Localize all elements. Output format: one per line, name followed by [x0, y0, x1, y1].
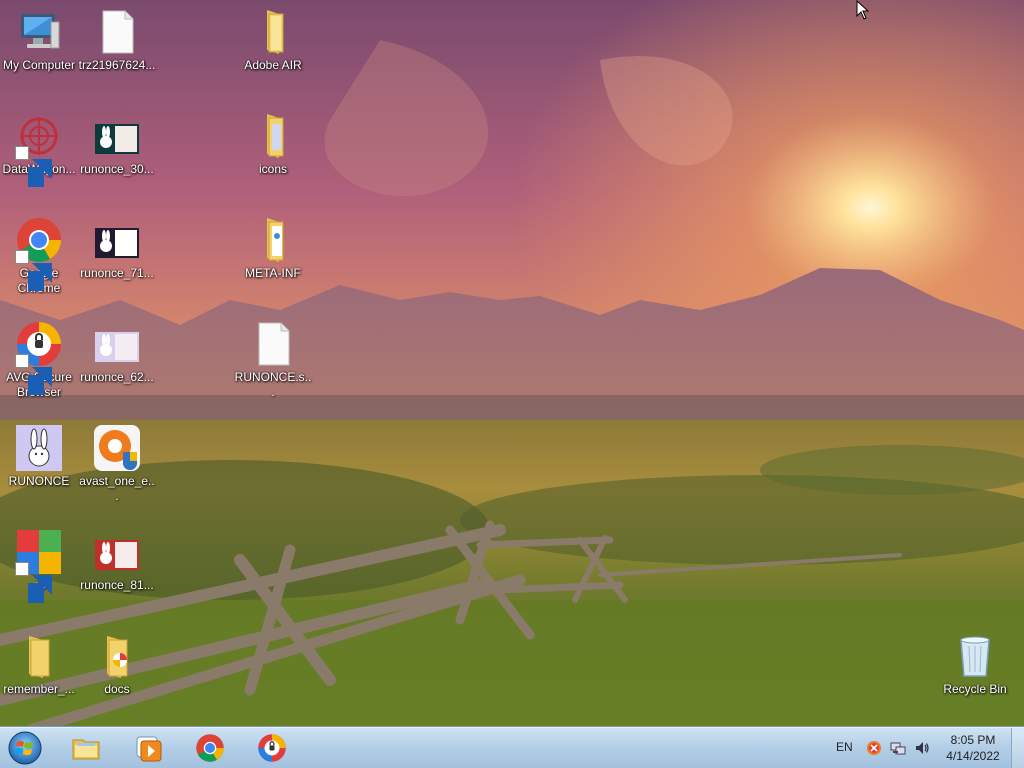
desktop-icon-label: runonce_81... — [80, 578, 154, 592]
desktop-icon-runonce[interactable]: RUNONCE — [0, 424, 78, 489]
rabbit-image-icon — [93, 216, 141, 264]
avast-tray-icon[interactable] — [866, 740, 882, 756]
rabbit-app-icon — [15, 424, 63, 472]
rabbit-image-icon — [93, 528, 141, 576]
desktop-icon-no[interactable]: no — [0, 528, 78, 603]
desktop-icon-meta-inf[interactable]: META-INF — [234, 216, 312, 281]
desktop-icon-runonce-62[interactable]: runonce_62... — [78, 320, 156, 385]
chrome-icon — [15, 216, 63, 291]
desktop-icon-label: runonce_62... — [80, 370, 154, 384]
avast-installer-icon — [93, 424, 141, 472]
shortcut-arrow-icon — [15, 146, 52, 187]
start-button[interactable] — [6, 730, 44, 766]
system-clock[interactable]: 8:05 PM 4/14/2022 — [938, 732, 1008, 764]
desktop-icon-my-computer[interactable]: My Computer — [0, 8, 78, 73]
show-desktop-button[interactable] — [1011, 728, 1024, 768]
desktop-icon-runonce-81[interactable]: runonce_81... — [78, 528, 156, 593]
desktop-icon-runonce-71[interactable]: runonce_71... — [78, 216, 156, 281]
desktop-icon-docs[interactable]: docs — [78, 632, 156, 697]
desktop-icon-runonce-30[interactable]: runonce_30... — [78, 112, 156, 177]
desktop-icon-datawagon[interactable]: DataWagon... — [0, 112, 78, 187]
desktop-icon-label: icons — [258, 162, 287, 176]
datawagon-icon — [15, 112, 63, 187]
folder-icon — [249, 112, 297, 160]
taskbar: EN 8:05 PM 4/14/2022 — [0, 727, 1024, 768]
windows-logo-icon — [8, 731, 42, 765]
recycle-bin-icon — [951, 632, 999, 680]
desktop-icon-recycle-bin[interactable]: Recycle Bin — [936, 632, 1014, 697]
desktop-icon-google-chrome[interactable]: Google Chrome — [0, 216, 78, 296]
desktop-icon-icons-folder[interactable]: icons — [234, 112, 312, 177]
desktop-icon-avast-one[interactable]: avast_one_e... — [78, 424, 156, 504]
computer-icon — [15, 8, 63, 56]
desktop-icon-label: RUNONCE — [8, 474, 70, 488]
folder-icon — [93, 632, 141, 680]
desktop-icon-label: trz21967624... — [78, 58, 156, 72]
rabbit-image-icon — [93, 112, 141, 160]
blank-file-icon — [249, 320, 297, 368]
taskbar-avg-browser-button[interactable] — [246, 730, 298, 766]
shortcut-arrow-icon — [15, 562, 52, 603]
speaker-icon[interactable] — [914, 740, 930, 756]
file-explorer-icon — [72, 739, 100, 760]
desktop-icon-label: remember_... — [3, 682, 75, 696]
folder-icon — [249, 8, 297, 56]
desktop-icon-label: docs — [104, 682, 130, 696]
media-player-icon — [136, 736, 162, 762]
language-indicator[interactable]: EN — [836, 740, 853, 754]
desktop-icon-label: RUNONCE.s... — [234, 370, 312, 399]
folder-icon — [249, 216, 297, 264]
shortcut-arrow-icon — [15, 250, 52, 291]
desktop-icon-remember[interactable]: remember_... — [0, 632, 78, 697]
desktop-icon-label: Adobe AIR — [244, 58, 302, 72]
desktop-icon-adobe-air[interactable]: Adobe AIR — [234, 8, 312, 73]
folder-icon — [15, 632, 63, 680]
desktop-icon-label: META-INF — [245, 266, 301, 280]
avg-browser-icon — [258, 734, 286, 762]
rabbit-image-icon — [93, 320, 141, 368]
desktop-icon-label: runonce_30... — [80, 162, 154, 176]
desktop-icon-label: avast_one_e... — [79, 474, 155, 503]
desktop-icon-label: My Computer — [2, 58, 76, 72]
shortcut-arrow-icon — [15, 354, 52, 395]
mouse-pointer-icon — [856, 0, 870, 20]
avg-icon — [15, 528, 63, 603]
clock-date: 4/14/2022 — [946, 749, 1000, 763]
network-icon[interactable] — [890, 740, 906, 756]
desktop-icon-trz-file[interactable]: trz21967624... — [78, 8, 156, 73]
desktop-icon-runonce-s[interactable]: RUNONCE.s... — [234, 320, 312, 400]
desktop-icon-avg-secure-browser[interactable]: AVG Secure Browser — [0, 320, 78, 400]
taskbar-media-player-button[interactable] — [122, 730, 174, 766]
chrome-icon — [196, 734, 224, 762]
avg-browser-icon — [15, 320, 63, 395]
taskbar-chrome-button[interactable] — [184, 730, 236, 766]
taskbar-file-explorer-button[interactable] — [60, 730, 112, 766]
clock-time: 8:05 PM — [950, 733, 996, 747]
desktop-icon-label: Recycle Bin — [943, 682, 1007, 696]
blank-file-icon — [93, 8, 141, 56]
desktop-icon-label: runonce_71... — [80, 266, 154, 280]
